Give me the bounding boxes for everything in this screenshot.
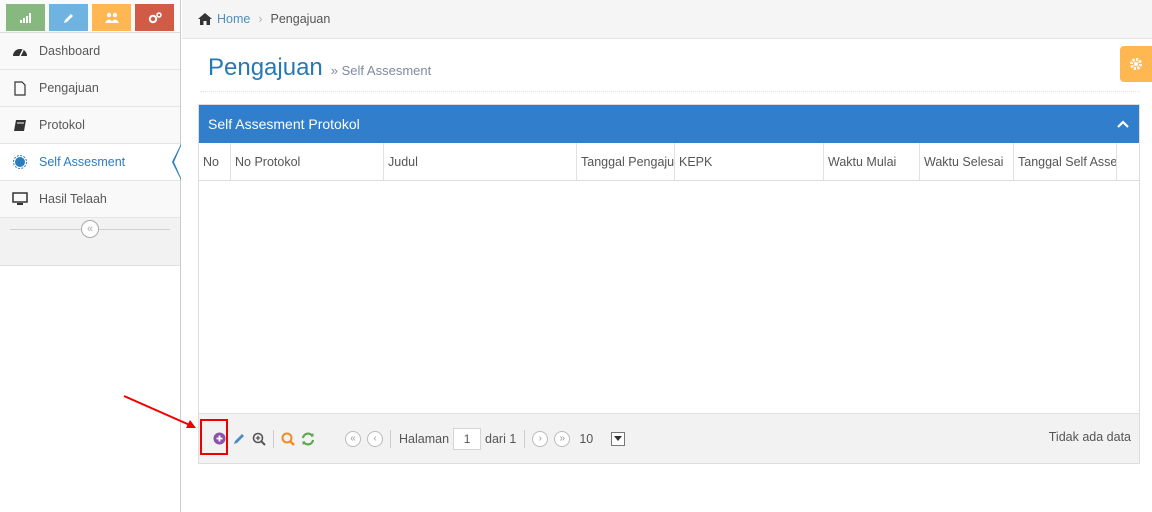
signal-shortcut-button[interactable] xyxy=(6,4,45,31)
sidebar-item-label: Hasil Telaah xyxy=(39,192,107,206)
book-icon xyxy=(11,116,29,134)
grid-caption: Self Assesment Protokol xyxy=(199,105,1139,143)
users-shortcut-button[interactable] xyxy=(92,4,131,31)
column-header-judul[interactable]: Judul xyxy=(384,143,577,181)
page-header: Pengajuan » Self Assesment xyxy=(200,44,1140,92)
sidebar-item-pengajuan[interactable]: Pengajuan xyxy=(0,70,180,107)
self-assesment-grid: Self Assesment Protokol No No Protokol J… xyxy=(198,104,1140,464)
column-header-waktu-selesai[interactable]: Waktu Selesai xyxy=(920,143,1014,181)
column-header-waktu-mulai[interactable]: Waktu Mulai xyxy=(824,143,920,181)
page-title: Pengajuan xyxy=(208,53,323,81)
cogs-icon xyxy=(148,11,162,23)
users-icon xyxy=(104,12,119,23)
pencil-icon xyxy=(233,434,244,444)
home-icon xyxy=(198,13,212,25)
sidebar-item-dashboard[interactable]: Dashboard xyxy=(0,33,180,70)
sidebar-item-hasil-telaah[interactable]: Hasil Telaah xyxy=(0,181,180,218)
signal-icon xyxy=(19,12,31,23)
zoom-in-icon xyxy=(252,432,266,446)
column-header-no-protokol[interactable]: No Protokol xyxy=(231,143,384,181)
sidebar-collapse-row: « xyxy=(0,218,180,240)
next-page-button[interactable]: › xyxy=(532,430,549,447)
grid-collapse-toggle[interactable] xyxy=(1117,116,1129,132)
breadcrumb: Home › Pengajuan xyxy=(182,0,1152,39)
refresh-icon xyxy=(301,432,315,445)
sidebar: Dashboard Pengajuan Protokol Self Assesm… xyxy=(0,0,181,512)
view-record-button[interactable] xyxy=(249,429,269,449)
grid-header-row: No No Protokol Judul Tanggal Pengajuan K… xyxy=(199,143,1139,181)
certificate-icon xyxy=(11,153,29,171)
sidebar-item-label: Pengajuan xyxy=(39,81,99,95)
pager-separator xyxy=(390,429,391,448)
grid-pager: « ‹ Halaman dari 1 › » 10 Tidak ada data xyxy=(199,413,1139,463)
grid-caption-title: Self Assesment Protokol xyxy=(208,116,360,132)
page-subtitle: » Self Assesment xyxy=(330,63,432,78)
chevron-up-icon xyxy=(1117,120,1129,128)
breadcrumb-home-label: Home xyxy=(217,12,251,26)
search-button[interactable] xyxy=(278,429,298,449)
sidebar-panel: Dashboard Pengajuan Protokol Self Assesm… xyxy=(0,0,181,266)
rows-per-page-select[interactable]: 10 xyxy=(579,429,626,449)
refresh-button[interactable] xyxy=(298,429,318,449)
pencil-icon xyxy=(63,13,73,23)
prev-page-button[interactable]: ‹ xyxy=(367,430,383,447)
settings-button[interactable] xyxy=(1120,46,1152,82)
page-number-input[interactable] xyxy=(453,427,482,450)
pager-record-info: Tidak ada data xyxy=(1048,430,1131,444)
sidebar-shortcuts xyxy=(0,0,180,33)
cogs-shortcut-button[interactable] xyxy=(135,4,174,31)
sidebar-collapse-button[interactable]: « xyxy=(81,220,99,238)
column-header-tanggal-self-assesment[interactable]: Tanggal Self Assesment xyxy=(1014,143,1117,181)
page-total-label: dari 1 xyxy=(485,431,517,446)
sidebar-item-label: Dashboard xyxy=(39,44,101,58)
last-page-button[interactable]: » xyxy=(554,430,571,447)
chevron-down-icon[interactable] xyxy=(611,431,626,446)
edit-record-button[interactable] xyxy=(229,429,249,449)
column-header-spacer xyxy=(1117,143,1139,181)
breadcrumb-home-link[interactable]: Home xyxy=(198,12,250,26)
file-icon xyxy=(11,79,29,97)
gear-icon xyxy=(1130,58,1142,70)
breadcrumb-separator: › xyxy=(258,12,263,26)
sidebar-item-label: Protokol xyxy=(39,118,85,132)
grid-body xyxy=(199,181,1139,413)
tachometer-icon xyxy=(11,42,29,60)
sidebar-item-self-assesment[interactable]: Self Assesment xyxy=(0,144,181,181)
sidebar-item-label: Self Assesment xyxy=(39,155,126,169)
search-icon xyxy=(281,432,295,446)
breadcrumb-current: Pengajuan xyxy=(270,12,331,26)
pencil-shortcut-button[interactable] xyxy=(49,4,88,31)
rows-per-page-value: 10 xyxy=(579,431,594,446)
pager-separator xyxy=(524,429,526,448)
first-page-button[interactable]: « xyxy=(345,430,361,447)
page-label: Halaman xyxy=(399,431,450,446)
column-header-no[interactable]: No xyxy=(199,143,231,181)
desktop-icon xyxy=(11,190,29,208)
sidebar-item-protokol[interactable]: Protokol xyxy=(0,107,180,144)
pager-separator xyxy=(273,429,274,448)
annotation-highlight-box xyxy=(200,419,228,455)
annotation-arrow xyxy=(123,395,196,428)
column-header-kepk[interactable]: KEPK xyxy=(675,143,824,181)
column-header-tanggal-pengajuan[interactable]: Tanggal Pengajuan xyxy=(577,143,675,181)
